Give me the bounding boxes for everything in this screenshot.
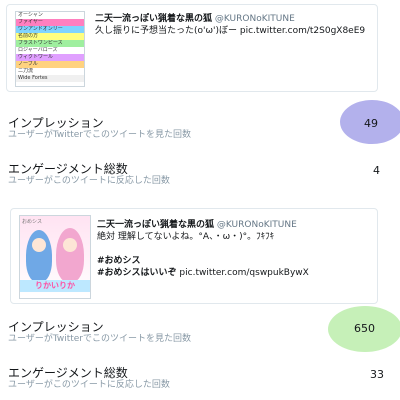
- thumbnail-row: ヴィクトワール: [16, 54, 84, 61]
- tweet-image-thumbnail[interactable]: オーシャン ファイヤー ワンアンドオンリー 名前の方 ブラストワンピース ロジャ…: [15, 11, 85, 87]
- character-face: [32, 238, 46, 252]
- engagement-metric: エンゲージメント総数 ユーザーがこのツイートに反応した回数 4: [8, 162, 392, 187]
- character-figure: [56, 228, 84, 282]
- tweet-text-line: 絶対 理解してないよね。°A、・ω・)°。ﾌｷﾌｷ: [97, 232, 275, 242]
- impressions-metric: インプレッション ユーザーがTwitterでこのツイートを見た回数: [8, 320, 392, 345]
- engagement-description: ユーザーがこのツイートに反応した回数: [8, 176, 170, 186]
- thumbnail-row: Wide Fortes: [16, 75, 84, 82]
- thumbnail-row: 名前の方: [16, 33, 84, 40]
- character-face: [63, 238, 77, 252]
- impressions-description: ユーザーがTwitterでこのツイートを見た回数: [8, 130, 191, 140]
- engagement-label: エンゲージメント総数: [8, 162, 128, 176]
- hashtag-link[interactable]: #おめシスはいいぞ: [97, 268, 177, 278]
- engagement-value: 33: [370, 368, 384, 381]
- tweet-content: 二天一流っぽい猟着な黒の狐 @KURONoKITUNE 久し振りに予想当たった(…: [95, 13, 371, 37]
- thumbnail-row: ワンアンドオンリー: [16, 26, 84, 33]
- media-link[interactable]: pic.twitter.com/qswpukBywX: [179, 268, 308, 278]
- impressions-value: 650: [354, 322, 375, 335]
- tweet-text-line: #おめシスはいいぞ pic.twitter.com/qswpukBywX: [97, 267, 371, 279]
- line-spacer: [97, 243, 371, 255]
- thumbnail-row: ブラストワンピース: [16, 40, 84, 47]
- engagement-metric: エンゲージメント総数 ユーザーがこのツイートに反応した回数 33: [8, 366, 392, 391]
- thumbnail-row: ロジャーバローズ: [16, 47, 84, 54]
- thumbnail-banner: りかいりか: [20, 280, 90, 292]
- impressions-value: 49: [364, 117, 378, 130]
- thumbnail-row: ノーブル: [16, 61, 84, 68]
- author-line: 二天一流っぽい猟着な黒の狐 @KURONoKITUNE: [95, 13, 371, 25]
- thumbnail-row: オーシャン: [16, 12, 84, 19]
- impressions-metric: インプレッション ユーザーがTwitterでこのツイートを見た回数: [8, 116, 392, 141]
- tweet-image-thumbnail[interactable]: おめシス りかいりか: [19, 215, 91, 299]
- thumbnail-tag: おめシス: [22, 219, 43, 225]
- author-name[interactable]: 二天一流っぽい猟着な黒の狐: [95, 14, 212, 24]
- thumbnail-row: ファイヤー: [16, 19, 84, 26]
- engagement-description: ユーザーがこのツイートに反応した回数: [8, 380, 170, 390]
- author-name[interactable]: 二天一流っぽい猟着な黒の狐: [97, 220, 214, 230]
- impressions-label: インプレッション: [8, 116, 104, 130]
- hashtag-link[interactable]: #おめシス: [97, 256, 141, 266]
- author-line: 二天一流っぽい猟着な黒の狐 @KURONoKITUNE: [97, 219, 371, 231]
- engagement-value: 4: [373, 164, 380, 177]
- tweet-text-line: #おめシス: [97, 255, 371, 267]
- impressions-description: ユーザーがTwitterでこのツイートを見た回数: [8, 334, 191, 344]
- author-handle[interactable]: @KURONoKITUNE: [215, 14, 295, 24]
- tweet-card[interactable]: オーシャン ファイヤー ワンアンドオンリー 名前の方 ブラストワンピース ロジャ…: [6, 4, 378, 92]
- impressions-label: インプレッション: [8, 320, 104, 334]
- tweet-content: 二天一流っぽい猟着な黒の狐 @KURONoKITUNE 絶対 理解してないよね。…: [97, 219, 371, 279]
- engagement-label: エンゲージメント総数: [8, 366, 128, 380]
- author-handle[interactable]: @KURONoKITUNE: [217, 220, 297, 230]
- thumbnail-row: 二刀流: [16, 68, 84, 75]
- tweet-card[interactable]: おめシス りかいりか 二天一流っぽい猟着な黒の狐 @KURONoKITUNE 絶…: [10, 208, 378, 304]
- tweet-text: 久し振りに予想当たった(o'ω')ぼー pic.twitter.com/t2S0…: [95, 26, 366, 36]
